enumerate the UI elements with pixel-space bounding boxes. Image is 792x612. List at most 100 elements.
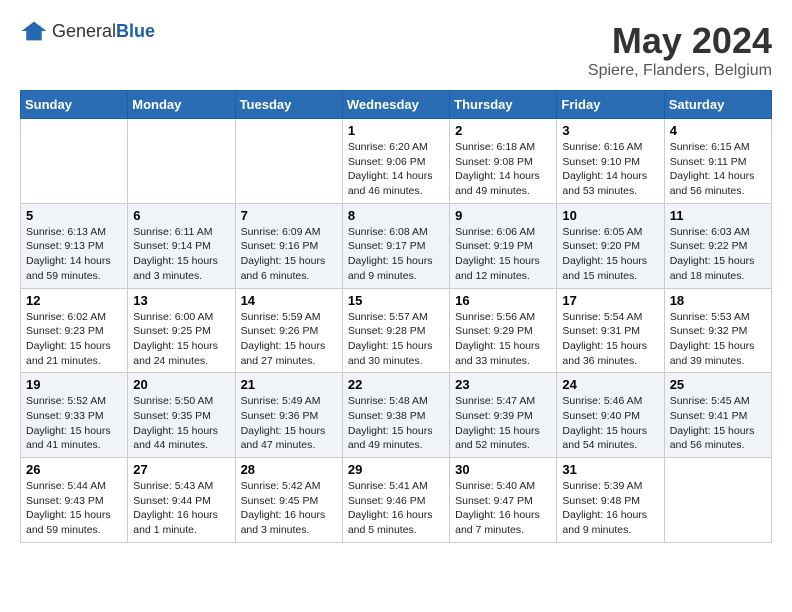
day-number: 9	[455, 208, 551, 223]
calendar-cell	[21, 119, 128, 204]
day-info: Sunrise: 6:15 AMSunset: 9:11 PMDaylight:…	[670, 140, 766, 199]
day-number: 8	[348, 208, 444, 223]
day-info: Sunrise: 5:43 AMSunset: 9:44 PMDaylight:…	[133, 479, 229, 538]
day-number: 11	[670, 208, 766, 223]
calendar-cell: 8 Sunrise: 6:08 AMSunset: 9:17 PMDaylight…	[342, 203, 449, 288]
calendar-cell: 9 Sunrise: 6:06 AMSunset: 9:19 PMDaylight…	[450, 203, 557, 288]
calendar-cell: 6 Sunrise: 6:11 AMSunset: 9:14 PMDaylight…	[128, 203, 235, 288]
day-of-week-header: Saturday	[664, 91, 771, 119]
title-area: May 2024 Spiere, Flanders, Belgium	[588, 20, 772, 80]
calendar-cell: 2Sunrise: 6:18 AMSunset: 9:08 PMDaylight…	[450, 119, 557, 204]
day-number: 31	[562, 462, 658, 477]
day-info: Sunrise: 5:41 AMSunset: 9:46 PMDaylight:…	[348, 479, 444, 538]
day-info: Sunrise: 5:46 AMSunset: 9:40 PMDaylight:…	[562, 394, 658, 453]
calendar-cell: 29 Sunrise: 5:41 AMSunset: 9:46 PMDayligh…	[342, 458, 449, 543]
day-info: Sunrise: 6:09 AMSunset: 9:16 PMDaylight:…	[241, 225, 337, 284]
day-number: 27	[133, 462, 229, 477]
page-title: May 2024	[588, 20, 772, 62]
day-info: Sunrise: 6:00 AMSunset: 9:25 PMDaylight:…	[133, 310, 229, 369]
day-info: Sunrise: 6:05 AMSunset: 9:20 PMDaylight:…	[562, 225, 658, 284]
calendar-week-row: 12 Sunrise: 6:02 AMSunset: 9:23 PMDayligh…	[21, 288, 772, 373]
page-subtitle: Spiere, Flanders, Belgium	[588, 62, 772, 80]
day-number: 2	[455, 123, 551, 138]
calendar-cell: 4 Sunrise: 6:15 AMSunset: 9:11 PMDaylight…	[664, 119, 771, 204]
day-number: 29	[348, 462, 444, 477]
calendar-cell: 31 Sunrise: 5:39 AMSunset: 9:48 PMDayligh…	[557, 458, 664, 543]
calendar-week-row: 1 Sunrise: 6:20 AMSunset: 9:06 PMDaylight…	[21, 119, 772, 204]
calendar-cell: 14Sunrise: 5:59 AMSunset: 9:26 PMDayligh…	[235, 288, 342, 373]
calendar-cell	[128, 119, 235, 204]
calendar-cell: 26 Sunrise: 5:44 AMSunset: 9:43 PMDayligh…	[21, 458, 128, 543]
logo: GeneralBlue	[20, 20, 155, 42]
day-info: Sunrise: 5:52 AMSunset: 9:33 PMDaylight:…	[26, 394, 122, 453]
day-info: Sunrise: 6:08 AMSunset: 9:17 PMDaylight:…	[348, 225, 444, 284]
calendar-cell: 18Sunrise: 5:53 AMSunset: 9:32 PMDayligh…	[664, 288, 771, 373]
day-info: Sunrise: 6:11 AMSunset: 9:14 PMDaylight:…	[133, 225, 229, 284]
day-info: Sunrise: 5:44 AMSunset: 9:43 PMDaylight:…	[26, 479, 122, 538]
day-info: Sunrise: 5:56 AMSunset: 9:29 PMDaylight:…	[455, 310, 551, 369]
calendar-cell: 3Sunrise: 6:16 AMSunset: 9:10 PMDaylight…	[557, 119, 664, 204]
calendar-week-row: 26 Sunrise: 5:44 AMSunset: 9:43 PMDayligh…	[21, 458, 772, 543]
calendar-cell: 10 Sunrise: 6:05 AMSunset: 9:20 PMDayligh…	[557, 203, 664, 288]
calendar-week-row: 5Sunrise: 6:13 AMSunset: 9:13 PMDaylight…	[21, 203, 772, 288]
header: GeneralBlue May 2024 Spiere, Flanders, B…	[20, 20, 772, 80]
day-info: Sunrise: 6:06 AMSunset: 9:19 PMDaylight:…	[455, 225, 551, 284]
day-info: Sunrise: 5:40 AMSunset: 9:47 PMDaylight:…	[455, 479, 551, 538]
day-number: 10	[562, 208, 658, 223]
day-number: 6	[133, 208, 229, 223]
calendar-cell: 27 Sunrise: 5:43 AMSunset: 9:44 PMDayligh…	[128, 458, 235, 543]
day-number: 26	[26, 462, 122, 477]
day-of-week-header: Thursday	[450, 91, 557, 119]
day-info: Sunrise: 5:39 AMSunset: 9:48 PMDaylight:…	[562, 479, 658, 538]
calendar-cell: 11 Sunrise: 6:03 AMSunset: 9:22 PMDayligh…	[664, 203, 771, 288]
day-info: Sunrise: 6:20 AMSunset: 9:06 PMDaylight:…	[348, 140, 444, 199]
day-info: Sunrise: 5:48 AMSunset: 9:38 PMDaylight:…	[348, 394, 444, 453]
calendar-cell: 30 Sunrise: 5:40 AMSunset: 9:47 PMDayligh…	[450, 458, 557, 543]
day-info: Sunrise: 5:49 AMSunset: 9:36 PMDaylight:…	[241, 394, 337, 453]
day-number: 17	[562, 293, 658, 308]
logo-icon	[20, 20, 48, 42]
calendar-table: SundayMondayTuesdayWednesdayThursdayFrid…	[20, 90, 772, 543]
day-number: 28	[241, 462, 337, 477]
calendar-cell	[235, 119, 342, 204]
day-number: 23	[455, 377, 551, 392]
calendar-cell: 23Sunrise: 5:47 AMSunset: 9:39 PMDayligh…	[450, 373, 557, 458]
day-number: 19	[26, 377, 122, 392]
day-number: 13	[133, 293, 229, 308]
day-info: Sunrise: 5:45 AMSunset: 9:41 PMDaylight:…	[670, 394, 766, 453]
day-number: 1	[348, 123, 444, 138]
day-info: Sunrise: 5:42 AMSunset: 9:45 PMDaylight:…	[241, 479, 337, 538]
calendar-cell: 17Sunrise: 5:54 AMSunset: 9:31 PMDayligh…	[557, 288, 664, 373]
day-number: 16	[455, 293, 551, 308]
calendar-cell: 5Sunrise: 6:13 AMSunset: 9:13 PMDaylight…	[21, 203, 128, 288]
day-of-week-header: Wednesday	[342, 91, 449, 119]
day-number: 18	[670, 293, 766, 308]
calendar-cell: 12 Sunrise: 6:02 AMSunset: 9:23 PMDayligh…	[21, 288, 128, 373]
day-number: 22	[348, 377, 444, 392]
day-number: 4	[670, 123, 766, 138]
day-number: 30	[455, 462, 551, 477]
calendar-body: 1 Sunrise: 6:20 AMSunset: 9:06 PMDaylight…	[21, 119, 772, 543]
day-of-week-header: Tuesday	[235, 91, 342, 119]
calendar-cell: 19 Sunrise: 5:52 AMSunset: 9:33 PMDayligh…	[21, 373, 128, 458]
day-info: Sunrise: 5:50 AMSunset: 9:35 PMDaylight:…	[133, 394, 229, 453]
day-number: 21	[241, 377, 337, 392]
calendar-cell: 20Sunrise: 5:50 AMSunset: 9:35 PMDayligh…	[128, 373, 235, 458]
calendar-cell: 24Sunrise: 5:46 AMSunset: 9:40 PMDayligh…	[557, 373, 664, 458]
calendar-cell: 15Sunrise: 5:57 AMSunset: 9:28 PMDayligh…	[342, 288, 449, 373]
header-row: SundayMondayTuesdayWednesdayThursdayFrid…	[21, 91, 772, 119]
calendar-cell: 25Sunrise: 5:45 AMSunset: 9:41 PMDayligh…	[664, 373, 771, 458]
calendar-cell: 21 Sunrise: 5:49 AMSunset: 9:36 PMDayligh…	[235, 373, 342, 458]
day-number: 12	[26, 293, 122, 308]
calendar-header: SundayMondayTuesdayWednesdayThursdayFrid…	[21, 91, 772, 119]
calendar-cell: 16 Sunrise: 5:56 AMSunset: 9:29 PMDayligh…	[450, 288, 557, 373]
calendar-cell: 22 Sunrise: 5:48 AMSunset: 9:38 PMDayligh…	[342, 373, 449, 458]
day-number: 14	[241, 293, 337, 308]
day-info: Sunrise: 6:03 AMSunset: 9:22 PMDaylight:…	[670, 225, 766, 284]
calendar-cell: 13 Sunrise: 6:00 AMSunset: 9:25 PMDayligh…	[128, 288, 235, 373]
calendar-week-row: 19 Sunrise: 5:52 AMSunset: 9:33 PMDayligh…	[21, 373, 772, 458]
day-info: Sunrise: 6:02 AMSunset: 9:23 PMDaylight:…	[26, 310, 122, 369]
day-info: Sunrise: 6:13 AMSunset: 9:13 PMDaylight:…	[26, 225, 122, 284]
day-of-week-header: Friday	[557, 91, 664, 119]
logo-text-general: General	[52, 21, 116, 41]
